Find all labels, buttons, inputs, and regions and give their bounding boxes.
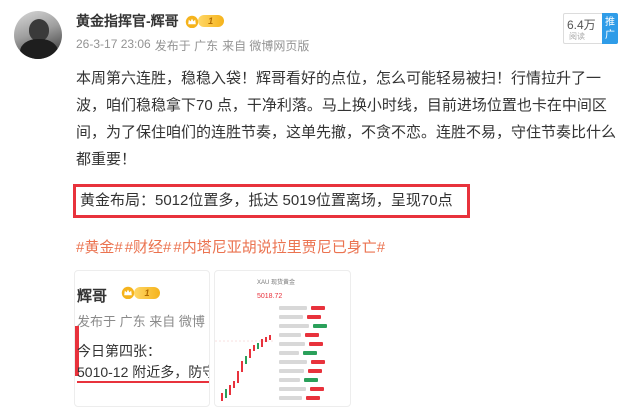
candlestick-chart-image [215,335,275,401]
highlight-box: 黄金布局：5012位置多，抵达 5019位置离场，呈现70点 [73,184,470,218]
thumbnail-chart-header: XAU 现货黄金 [257,280,296,286]
thumbnail-line-2: 5010-12 附近多，防守 [77,364,210,380]
post-source: 来自 微博网页版 [222,39,310,53]
thumbnail-vip-badge: 1 [121,286,160,299]
thumbnail-author-name: 辉哥 [77,288,108,305]
image-thumbnail-1[interactable]: 辉哥 1 发布于 广东 来自 微博 今日第四张： 5010-12 附近多，防守 [74,270,210,407]
thumbnail-line-1: 今日第四张： [77,343,161,359]
post-body-text: 本周第六连胜，稳稳入袋！辉哥看好的点位，怎么可能轻易被扫！行情拉升了一波，咱们稳… [76,70,617,168]
read-label: 阅读 [569,32,585,41]
thumbnail-chart-price: 5018.72 [257,293,283,300]
promote-button[interactable]: 推 广 [602,13,618,44]
image-thumbnail-2[interactable]: XAU 现货黄金 5018.72 [214,270,351,407]
avatar-head [29,19,49,41]
tags-row: #黄金# #财经# #内塔尼亚胡说拉里贾尼已身亡# [76,236,385,257]
promote-char-1: 推 [605,16,615,28]
post-date[interactable]: 26-3-17 23:06 [76,37,151,54]
vip-level: 1 [197,15,224,27]
topic-tag[interactable]: #黄金# [76,236,123,257]
read-count-box: 6.4万 阅读 推 广 [563,13,618,44]
author-row: 黄金指挥官-辉哥 1 [76,11,224,31]
order-book-image [279,303,350,402]
post-meta: 26-3-17 23:06 发布于 广东 来自 微博网页版 [76,37,309,54]
author-name[interactable]: 黄金指挥官-辉哥 [76,11,179,31]
avatar-body [20,39,58,59]
topic-tag[interactable]: #财经# [125,236,172,257]
post-location: 发布于 广东 [154,39,219,53]
crown-icon [185,15,198,28]
highlight-text: 黄金布局：5012位置多，抵达 5019位置离场，呈现70点 [80,192,453,209]
topic-tag[interactable]: #内塔尼亚胡说拉里贾尼已身亡# [173,236,385,257]
avatar[interactable] [14,11,62,59]
thumbnail-meta: 发布于 广东 来自 微博 [77,314,205,329]
crown-icon [121,286,135,299]
promote-char-2: 广 [605,29,615,41]
thumbnail-vip-level: 1 [134,286,160,299]
vip-badge[interactable]: 1 [185,14,224,29]
thumbnail-red-underline [77,381,209,383]
